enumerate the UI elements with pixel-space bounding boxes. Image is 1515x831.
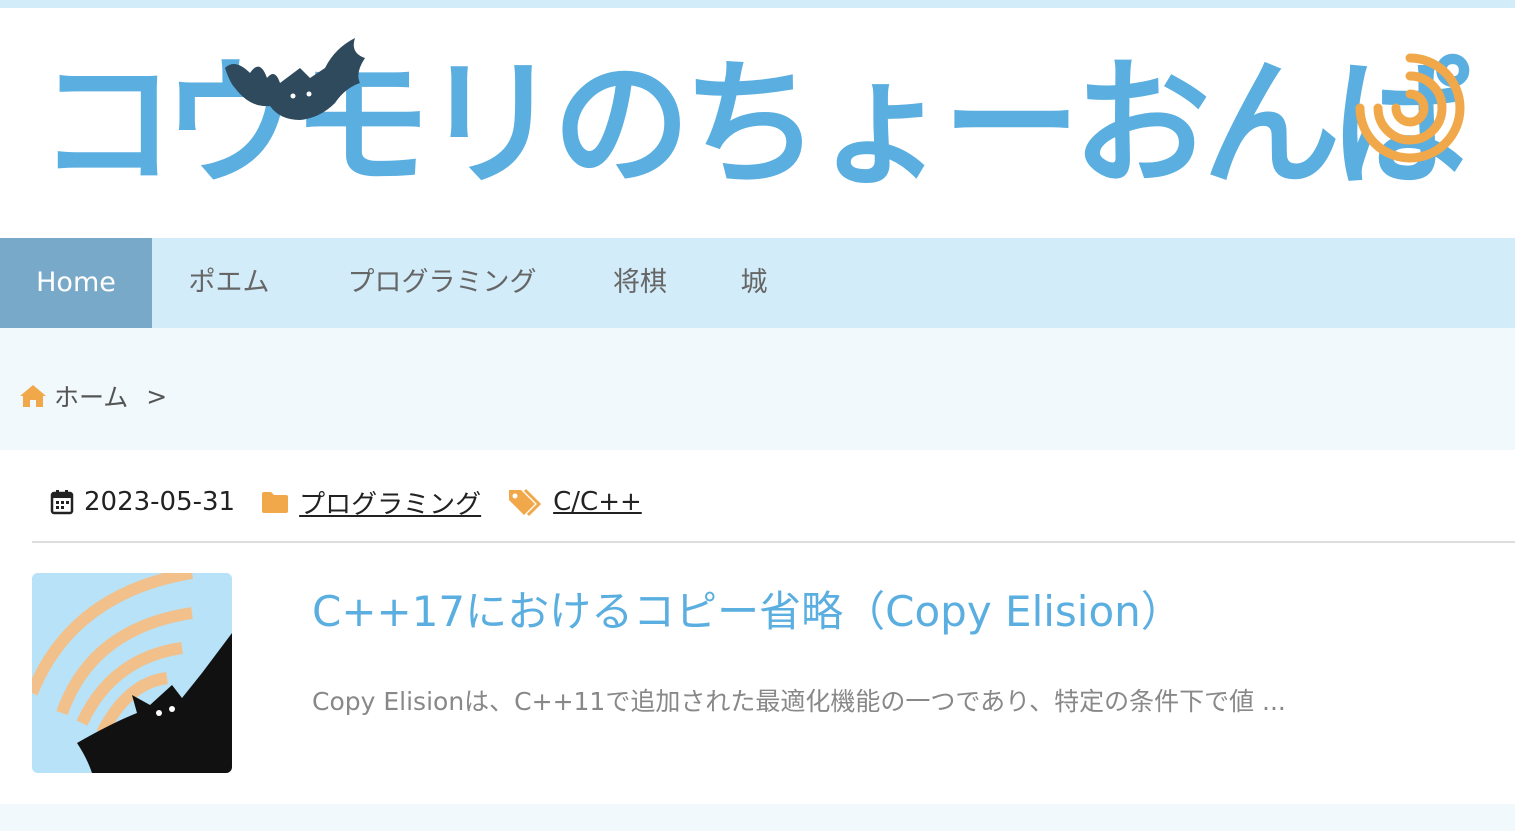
nav-item-shogi[interactable]: 将棋 (578, 238, 702, 328)
folder-icon (262, 492, 289, 513)
site-logo[interactable]: コウモリのちょーおんぱ (0, 8, 1515, 238)
home-icon[interactable] (18, 381, 48, 411)
calendar-icon (50, 490, 74, 515)
site-header: コウモリのちょーおんぱ (0, 8, 1515, 238)
top-strip (0, 0, 1515, 8)
post-tag-link[interactable]: C/C++ (553, 487, 642, 517)
nav-item-home[interactable]: Home (0, 238, 152, 328)
tag-icon (509, 488, 542, 517)
main-nav: Home ポエム プログラミング 将棋 城 (0, 238, 1515, 328)
divider (32, 541, 1515, 543)
bat-thumbnail-icon (32, 573, 232, 773)
post-category-link[interactable]: プログラミング (299, 484, 481, 521)
post-list: 2023-05-31 プログラミング C/C++ C++17におけるコピー省略（… (0, 450, 1515, 804)
sound-waves-icon (1355, 53, 1465, 163)
nav-item-castle[interactable]: 城 (702, 238, 806, 328)
nav-item-programming[interactable]: プログラミング (306, 238, 578, 328)
breadcrumb-separator: > (146, 381, 168, 411)
post-thumbnail[interactable] (32, 573, 232, 773)
post-date: 2023-05-31 (84, 487, 236, 517)
nav-item-poem[interactable]: ポエム (152, 238, 306, 328)
bat-logo-icon (225, 38, 365, 120)
post-title-link[interactable]: C++17におけるコピー省略（Copy Elision） (312, 578, 1183, 639)
breadcrumb-home-link[interactable]: ホーム (54, 378, 128, 414)
post-meta: 2023-05-31 プログラミング C/C++ (50, 484, 642, 520)
post-excerpt: Copy Elisionは、C++11で追加された最適化機能の一つであり、特定の… (312, 687, 1286, 716)
breadcrumb: ホーム > (18, 376, 167, 416)
